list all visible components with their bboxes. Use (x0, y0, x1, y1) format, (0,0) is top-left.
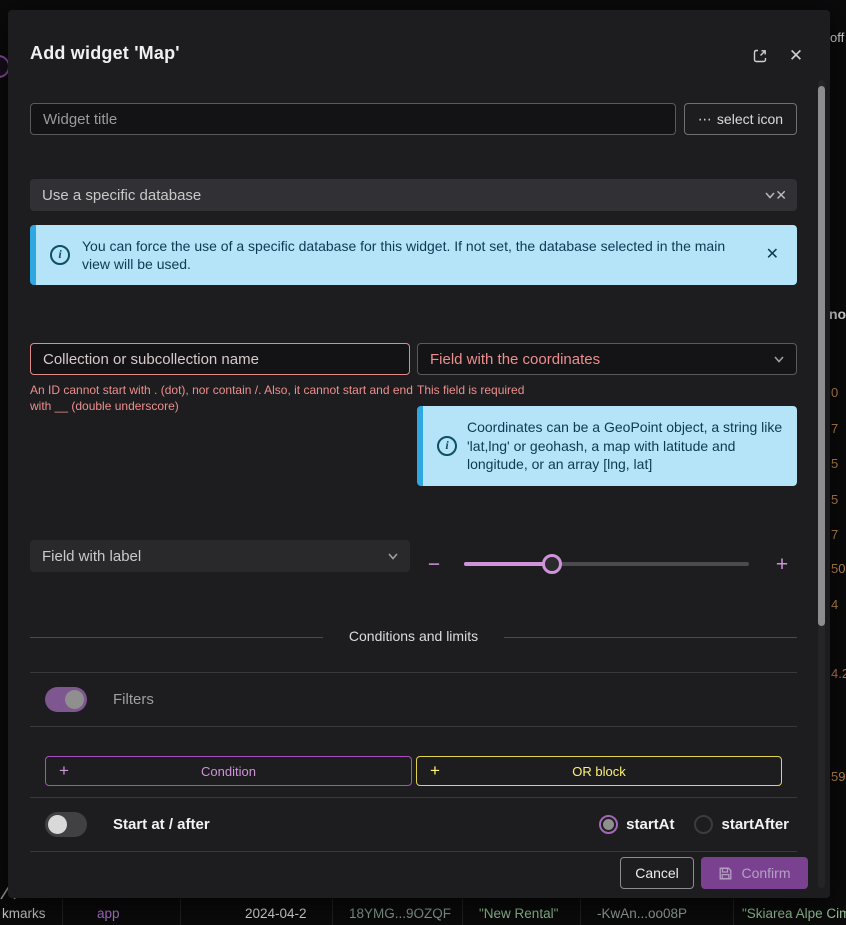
toggle-knob (48, 815, 67, 834)
info-icon: i (437, 436, 457, 456)
condition-button-label: Condition (201, 764, 256, 779)
database-info-text: You can force the use of a specific data… (82, 237, 750, 274)
filters-toggle[interactable] (45, 687, 87, 712)
bg-table-value-fragment: 50. (831, 561, 846, 576)
bg-table-divider (180, 899, 181, 925)
zoom-slider[interactable] (464, 562, 749, 566)
cancel-button[interactable]: Cancel (620, 857, 694, 889)
bg-table-value-fragment: 5 (831, 492, 838, 507)
bg-table-value-fragment: 7 (831, 421, 838, 436)
filters-label: Filters (113, 691, 154, 708)
save-icon (718, 866, 733, 881)
select-icon-button[interactable]: ⋯ select icon (684, 103, 797, 135)
bg-table-cell: "New Rental" (479, 906, 558, 921)
bg-table-cell: -KwAn...oo08P (597, 906, 687, 921)
bg-table-value-fragment: 0 (831, 385, 838, 400)
widget-title-input[interactable] (30, 103, 676, 135)
bg-table-cell: 2024-04-2 (245, 906, 307, 921)
coordinates-info-text: Coordinates can be a GeoPoint object, a … (467, 418, 785, 473)
start-at-option-label: startAt (626, 816, 674, 833)
collection-helper-text: An ID cannot start with . (dot), nor con… (30, 382, 422, 414)
bg-table-divider (580, 899, 581, 925)
start-at-row: Start at / after startAt startAfter (30, 797, 797, 852)
radio-unselected-icon (694, 815, 713, 834)
bg-table-value-fragment: 59 (831, 769, 845, 784)
ellipsis-icon: ⋯ (698, 111, 713, 128)
dialog-title: Add widget 'Map' (30, 43, 180, 64)
conditions-section-divider: Conditions and limits (30, 628, 797, 646)
bg-table-value-fragment: 5 (831, 456, 838, 471)
minus-icon: − (428, 553, 440, 577)
plus-icon: + (430, 761, 440, 781)
bg-table-cell: app (97, 906, 120, 921)
expand-dialog-button[interactable] (750, 46, 770, 66)
add-or-block-button[interactable]: + OR block (416, 756, 782, 786)
slider-thumb[interactable] (542, 554, 562, 574)
dismiss-banner-icon[interactable]: ✕ (762, 244, 783, 265)
coordinates-field-label: Field with the coordinates (430, 351, 600, 368)
start-at-toggle[interactable] (45, 812, 87, 837)
condition-buttons-row: + Condition + OR block (30, 726, 797, 797)
bg-table-fragment-off: off (830, 30, 844, 45)
zoom-increase-button[interactable]: + (768, 551, 796, 579)
coordinates-error-text: This field is required (417, 382, 797, 398)
label-field-label: Field with label (42, 548, 141, 565)
radio-option-start-at[interactable]: startAt (599, 815, 674, 834)
bg-table-cell: 18YMG...9OZQF (349, 906, 451, 921)
add-condition-button[interactable]: + Condition (45, 756, 412, 786)
select-icon-label: select icon (717, 111, 783, 127)
coordinates-field-select[interactable]: Field with the coordinates (417, 343, 797, 375)
database-info-banner: i You can force the use of a specific da… (30, 225, 797, 285)
modal-scrollbar-thumb[interactable] (818, 86, 825, 626)
chevron-down-icon (772, 352, 786, 366)
bg-table-divider (332, 899, 333, 925)
start-at-label: Start at / after (113, 816, 210, 833)
chevron-down-icon (386, 549, 400, 563)
app-background: { "modal": { "title": "Add widget 'Map'"… (0, 0, 846, 925)
close-icon: ✕ (789, 46, 803, 66)
database-select[interactable]: Use a specific database ✕ (30, 179, 797, 211)
toggle-knob (65, 690, 84, 709)
filters-row: Filters (30, 672, 797, 726)
bg-table-cell: kmarks (2, 906, 46, 921)
slider-fill (464, 562, 552, 566)
radio-option-start-after[interactable]: startAfter (694, 815, 789, 834)
database-select-value: Use a specific database (42, 187, 201, 204)
start-after-option-label: startAfter (721, 816, 789, 833)
confirm-button[interactable]: Confirm (701, 857, 808, 889)
bg-table-value-fragment: 4.2 (831, 666, 846, 681)
conditions-section-title: Conditions and limits (323, 628, 504, 644)
bg-table-divider (462, 899, 463, 925)
plus-icon: + (776, 553, 788, 577)
bg-table-divider (62, 899, 63, 925)
bg-table-value-fragment: 7 (831, 527, 838, 542)
start-at-radio-group: startAt startAfter (599, 815, 797, 834)
bg-table-value-fragment: 4 (831, 597, 838, 612)
bg-table-divider (733, 899, 734, 925)
or-block-button-label: OR block (572, 764, 625, 779)
info-icon: i (50, 245, 70, 265)
bg-table-header-fragment: nou (829, 306, 846, 322)
open-in-full-icon (751, 47, 769, 65)
close-dialog-button[interactable]: ✕ (786, 46, 806, 66)
add-widget-map-dialog: Add widget 'Map' ✕ ⋯ select icon Use a s… (8, 10, 830, 898)
bg-table-cell: "Skiarea Alpe Cimb (742, 906, 846, 921)
collection-name-input[interactable] (30, 343, 410, 375)
label-field-select[interactable]: Field with label (30, 540, 410, 572)
coordinates-info-banner: i Coordinates can be a GeoPoint object, … (417, 406, 797, 486)
zoom-decrease-button[interactable]: − (420, 551, 448, 579)
chevron-down-icon (763, 188, 777, 202)
radio-selected-icon (599, 815, 618, 834)
clear-database-icon[interactable]: ✕ (775, 187, 787, 204)
confirm-button-label: Confirm (741, 865, 790, 881)
plus-icon: + (59, 761, 69, 781)
